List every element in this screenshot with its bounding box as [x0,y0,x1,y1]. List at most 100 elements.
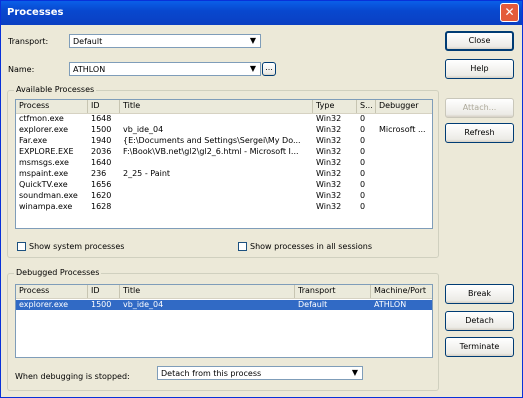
show-all-sessions-label: Show processes in all sessions [250,242,373,251]
col-title[interactable]: Title [120,285,295,298]
col-id[interactable]: ID [88,285,120,298]
cell-process: soundman.exe [19,191,78,200]
help-button[interactable]: Help [445,59,514,79]
window-title: Processes [7,7,64,18]
available-process-row[interactable]: msmsgs.exe 1640 Win32 0 [16,158,432,168]
col-title[interactable]: Title [120,100,313,113]
available-process-row[interactable]: explorer.exe 1500 vb_ide_04 Win32 0 Microsoft… [16,125,432,135]
attach-button[interactable]: Attach... [445,98,514,118]
cell-process: explorer.exe [19,125,69,134]
cell-title: {E:\Documents and Settings\Sergei\My Do.… [123,136,301,145]
cell-title [120,114,313,124]
detach-button[interactable]: Detach [445,311,514,331]
terminate-button[interactable]: Terminate [445,337,514,357]
cell-debugger [376,136,432,146]
cell-transport: Default [298,300,328,309]
cell-id: 236 [91,169,107,178]
cell-type: Win32 [316,191,342,200]
cell-id: 1940 [91,136,112,145]
available-process-row[interactable]: EXPLORE.EXE 2036 F:\Book\VB.net\gl2\gl2_6.… [16,147,432,157]
chevron-down-icon[interactable]: ▼ [247,36,259,46]
processes-dialog: Processes ✕ Transport: Default ▼ Name: A… [0,0,523,398]
name-select[interactable]: ATHLON ▼ [69,62,261,76]
cell-type: Win32 [316,202,342,211]
cell-type: Win32 [316,114,342,123]
name-value: ATHLON [73,65,106,74]
cell-title: vb_ide_04 [123,125,164,134]
col-session[interactable]: S... [357,100,376,113]
close-window-icon[interactable]: ✕ [500,3,519,22]
cell-s: 0 [360,191,366,200]
transport-select[interactable]: Default ▼ [69,34,261,48]
cell-title: vb_ide_04 [123,300,164,309]
cell-title: F:\Book\VB.net\gl2\gl2_6.html - Microsof… [123,147,299,156]
show-system-processes-checkbox[interactable] [17,242,26,251]
cell-process: ctfmon.exe [19,114,64,123]
available-process-row[interactable]: mspaint.exe 236 2_25 - Paint Win32 0 [16,169,432,179]
transport-value: Default [73,37,103,46]
cell-id: 1640 [91,158,112,167]
cell-id: 1620 [91,191,112,200]
cell-type: Win32 [316,136,342,145]
cell-process: QuickTV.exe [19,180,68,189]
cell-id: 1656 [91,180,112,189]
cell-debugger [376,114,432,124]
cell-id: 1628 [91,202,112,211]
cell-process: EXPLORE.EXE [19,147,74,156]
cell-process: mspaint.exe [19,169,69,178]
debugged-processes-list[interactable]: Process ID Title Transport Machine/Port … [15,284,433,358]
cell-s: 0 [360,114,366,123]
cell-title: 2_25 - Paint [123,169,171,178]
available-process-row[interactable]: Far.exe 1940 {E:\Documents and Settings\Se… [16,136,432,146]
cell-id: 1648 [91,114,112,123]
chevron-down-icon[interactable]: ▼ [247,64,259,74]
cell-debugger: Microsoft ... [379,125,426,134]
cell-debugger [376,180,432,190]
cell-id: 1500 [91,300,112,309]
when-stopped-select[interactable]: Detach from this process ▼ [157,366,363,380]
cell-title [120,158,313,168]
available-process-row[interactable]: soundman.exe 1620 Win32 0 [16,191,432,201]
cell-machine: ATHLON [374,300,407,309]
available-process-row[interactable]: QuickTV.exe 1656 Win32 0 [16,180,432,190]
transport-label: Transport: [8,37,49,46]
cell-id: 2036 [91,147,112,156]
available-processes-list[interactable]: Process ID Title Type S... Debugger ctfm… [15,99,433,229]
break-button[interactable]: Break [445,284,514,304]
cell-s: 0 [360,136,366,145]
cell-title [120,180,313,190]
show-system-processes-label: Show system processes [29,242,125,251]
available-process-row[interactable]: ctfmon.exe 1648 Win32 0 [16,114,432,124]
available-processes-label: Available Processes [14,85,97,94]
cell-s: 0 [360,180,366,189]
cell-s: 0 [360,125,366,134]
cell-process: winampa.exe [19,202,73,211]
cell-title [120,202,313,212]
chevron-down-icon[interactable]: ▼ [349,368,361,378]
col-transport[interactable]: Transport [295,285,371,298]
cell-s: 0 [360,202,366,211]
cell-type: Win32 [316,169,342,178]
cell-debugger [376,191,432,201]
name-label: Name: [8,65,35,74]
cell-s: 0 [360,169,366,178]
browse-machine-button[interactable]: ... [262,62,276,76]
col-debugger[interactable]: Debugger [376,100,432,113]
debugged-process-row[interactable]: explorer.exe 1500 vb_ide_04 Default ATHLON [16,300,432,310]
col-type[interactable]: Type [313,100,357,113]
refresh-button[interactable]: Refresh [445,123,514,143]
cell-debugger [376,202,432,212]
show-all-sessions-checkbox[interactable] [238,242,247,251]
cell-debugger [376,158,432,168]
available-list-header: Process ID Title Type S... Debugger [16,100,432,114]
cell-debugger [376,147,432,157]
col-process[interactable]: Process [16,285,88,298]
cell-type: Win32 [316,180,342,189]
title-bar: Processes ✕ [1,1,522,25]
cell-process: Far.exe [19,136,48,145]
col-id[interactable]: ID [88,100,120,113]
close-button[interactable]: Close [445,31,514,51]
available-process-row[interactable]: winampa.exe 1628 Win32 0 [16,202,432,212]
col-process[interactable]: Process [16,100,88,113]
col-machine-port[interactable]: Machine/Port [371,285,432,298]
